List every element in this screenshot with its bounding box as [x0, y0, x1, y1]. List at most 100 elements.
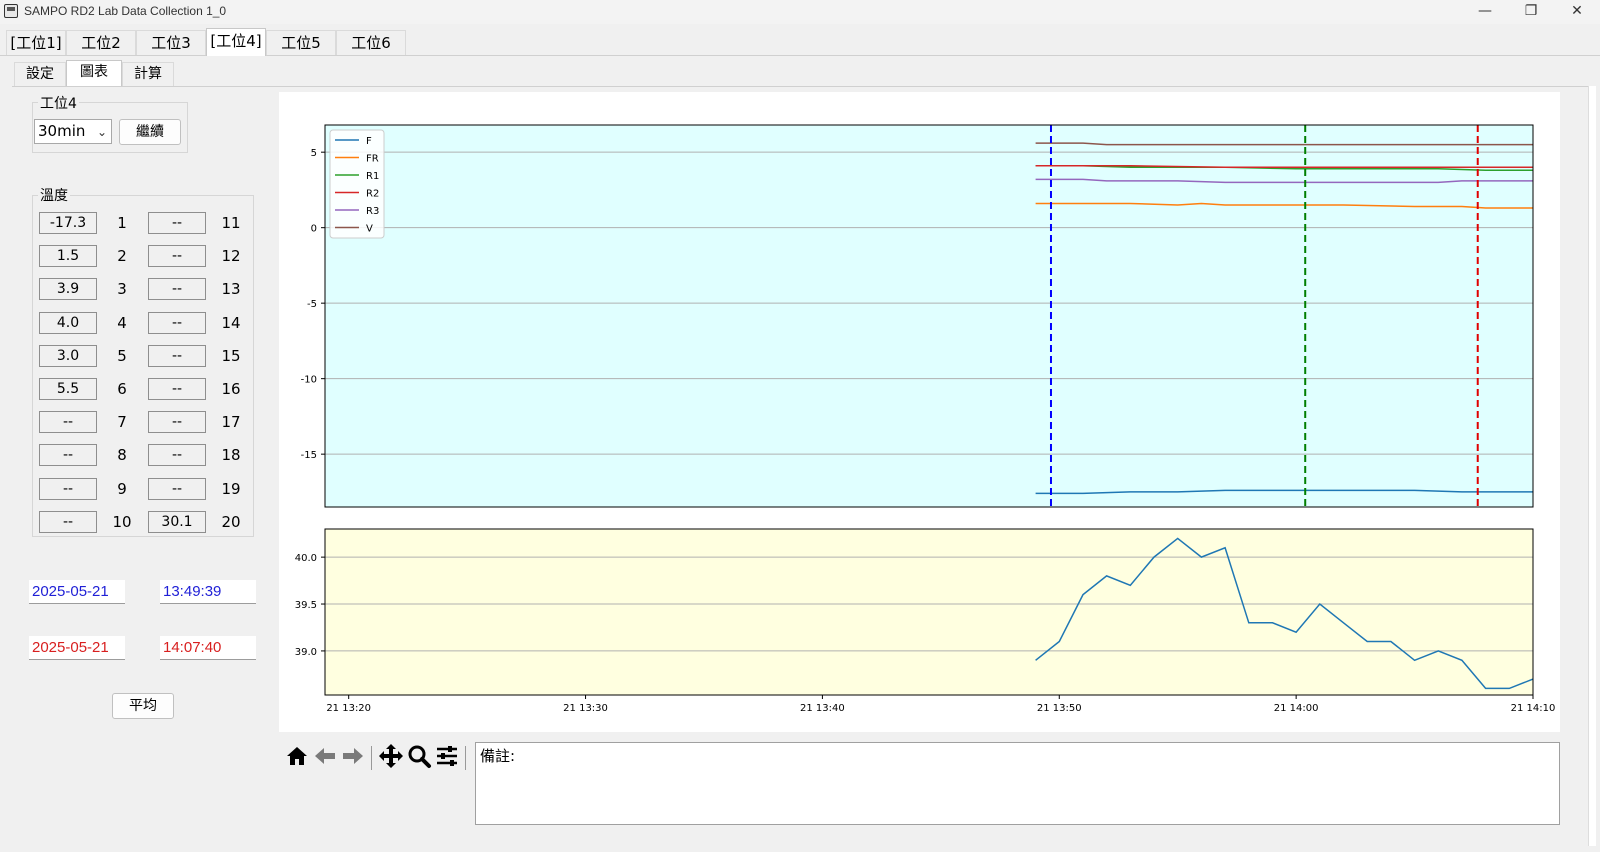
temperature-channel-label: 14	[221, 314, 241, 332]
y-tick-label: 40.0	[295, 553, 317, 564]
temperature-value-9: --	[39, 478, 97, 500]
temperature-channel-label: 3	[117, 280, 127, 298]
y-tick-label: 39.5	[295, 600, 317, 611]
x-tick-label: 21 13:30	[563, 703, 608, 714]
chart-svg: 5 0 -5 -10 -15 F FR R1 R2 R3 V 40.0 39.5 39.0 21 13:20…	[295, 124, 1556, 714]
temperature-channel-label: 15	[221, 347, 241, 365]
temperature-value-10: --	[39, 511, 97, 533]
y-tick-label: 39.0	[295, 647, 317, 658]
temperature-value-15: --	[148, 345, 206, 367]
temperature-value-2: 1.5	[39, 245, 97, 267]
pan-icon[interactable]	[377, 742, 405, 770]
tab-station-3[interactable]: 工位3	[136, 30, 206, 55]
start-date-field[interactable]: 2025-05-21	[29, 580, 125, 604]
temperature-channel-label: 9	[117, 480, 127, 498]
end-time-field[interactable]: 14:07:40	[160, 636, 256, 660]
restore-button[interactable]: ❐	[1508, 0, 1554, 24]
interval-select[interactable]: 30min ⌄	[34, 119, 112, 144]
temperature-channel-label: 7	[117, 413, 127, 431]
temperature-channel-label: 1	[117, 214, 127, 232]
interval-value: 30min	[38, 122, 86, 140]
start-time-field[interactable]: 13:49:39	[160, 580, 256, 604]
y-tick-label: -10	[301, 375, 317, 386]
y-tick-label: 0	[311, 224, 317, 235]
tab-station-6[interactable]: 工位6	[336, 30, 406, 55]
legend-label: F	[366, 136, 372, 147]
notes-label: 備註:	[480, 747, 516, 765]
x-tick-label: 21 14:10	[1511, 703, 1556, 714]
temperature-channel-label: 19	[221, 480, 241, 498]
legend-label: R3	[366, 206, 379, 217]
temperature-value-4: 4.0	[39, 312, 97, 334]
tab-chart[interactable]: 圖表	[66, 60, 122, 87]
chart-figure: 5 0 -5 -10 -15 F FR R1 R2 R3 V 40.0 39.5 39.0 21 13:20…	[279, 92, 1560, 732]
temperature-channel-label: 17	[221, 413, 241, 431]
forward-arrow-icon[interactable]	[339, 742, 367, 770]
temperature-value-13: --	[148, 278, 206, 300]
plot-background	[325, 529, 1533, 695]
scrollbar[interactable]	[1588, 86, 1596, 846]
home-icon[interactable]	[283, 742, 311, 770]
temperature-value-1: -17.3	[39, 212, 97, 234]
temperature-channel-label: 11	[221, 214, 241, 232]
temperature-value-3: 3.9	[39, 278, 97, 300]
temperature-value-14: --	[148, 312, 206, 334]
toolbar-separator	[371, 746, 372, 770]
temperature-group-title: 溫度	[38, 185, 70, 205]
configure-icon[interactable]	[433, 742, 461, 770]
tab-calculate[interactable]: 計算	[122, 62, 174, 86]
temperature-channel-label: 4	[117, 314, 127, 332]
notes-field[interactable]: 備註:	[475, 742, 1560, 825]
y-tick-label: 5	[311, 148, 317, 159]
temperature-value-12: --	[148, 245, 206, 267]
temperature-value-11: --	[148, 212, 206, 234]
temperature-value-5: 3.0	[39, 345, 97, 367]
temperature-value-19: --	[148, 478, 206, 500]
title-bar: SAMPO RD2 Lab Data Collection 1_0 — ❐ ✕	[0, 0, 1600, 24]
temperature-channel-label: 5	[117, 347, 127, 365]
end-date-field[interactable]: 2025-05-21	[29, 636, 125, 660]
y-tick-label: -5	[307, 299, 317, 310]
temperature-channel-label: 13	[221, 280, 241, 298]
temperature-channel-label: 2	[117, 247, 127, 265]
y-tick-label: -15	[301, 450, 317, 461]
temperature-value-17: --	[148, 411, 206, 433]
tab-station-1[interactable]: [工位1]	[6, 30, 66, 55]
window-title: SAMPO RD2 Lab Data Collection 1_0	[24, 4, 227, 18]
temperature-channel-label: 20	[221, 513, 241, 531]
temperature-channel-label: 8	[117, 446, 127, 464]
temperature-channel-label: 16	[221, 380, 241, 398]
tab-station-2[interactable]: 工位2	[66, 30, 136, 55]
legend-label: R1	[366, 171, 379, 182]
temperature-value-18: --	[148, 444, 206, 466]
plot-toolbar	[279, 742, 469, 780]
zoom-icon[interactable]	[405, 742, 433, 770]
x-tick-label: 21 13:50	[1037, 703, 1082, 714]
temperature-channel-label: 6	[117, 380, 127, 398]
tab-station-4[interactable]: [工位4]	[206, 28, 266, 56]
x-tick-label: 21 13:20	[326, 703, 371, 714]
tab-station-5[interactable]: 工位5	[266, 30, 336, 55]
temperature-value-7: --	[39, 411, 97, 433]
close-button[interactable]: ✕	[1554, 0, 1600, 24]
tab-settings[interactable]: 設定	[14, 62, 66, 86]
temperature-channel-label: 10	[112, 513, 132, 531]
toolbar-separator	[465, 746, 466, 770]
legend-box	[329, 129, 385, 239]
app-icon	[4, 4, 18, 18]
station-group-title: 工位4	[38, 93, 79, 113]
continue-button[interactable]: 繼續	[119, 119, 181, 145]
temperature-value-6: 5.5	[39, 378, 97, 400]
temperature-channel-label: 12	[221, 247, 241, 265]
legend-label: FR	[366, 154, 379, 165]
temperature-value-20: 30.1	[148, 511, 206, 533]
average-button[interactable]: 平均	[112, 693, 174, 719]
temperature-value-16: --	[148, 378, 206, 400]
x-tick-label: 21 14:00	[1274, 703, 1319, 714]
temperature-channel-label: 18	[221, 446, 241, 464]
chevron-down-icon: ⌄	[96, 125, 107, 139]
back-arrow-icon[interactable]	[311, 742, 339, 770]
legend-label: R2	[366, 189, 379, 200]
minimize-button[interactable]: —	[1462, 0, 1508, 24]
temperature-value-8: --	[39, 444, 97, 466]
